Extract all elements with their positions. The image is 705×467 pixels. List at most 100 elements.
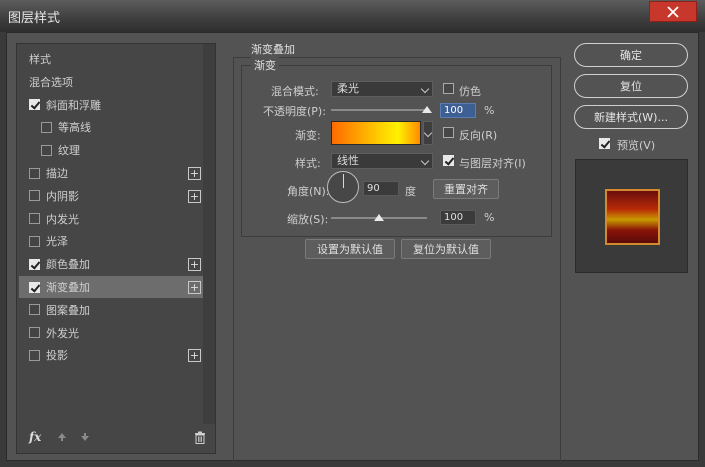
style-list-item-label: 内阴影 [46,189,79,203]
gradient-picker-button[interactable] [423,121,433,145]
style-checkbox[interactable] [29,235,40,247]
dither-checkbox[interactable] [443,83,454,94]
style-list-item[interactable]: 样式 [19,48,203,70]
title-bar: 图层样式 [0,0,705,32]
style-list-item[interactable]: 内发光 [19,208,203,230]
style-list-item-label: 外发光 [46,326,79,340]
style-list-panel: 样式混合选项斜面和浮雕等高线纹理描边 + 内阴影 + 内发光光泽颜色叠加 + 渐变叠加 + 图案… [16,43,216,454]
trash-icon[interactable] [194,431,206,444]
style-list-item[interactable]: 混合选项 [19,71,203,93]
style-list-item[interactable]: 图案叠加 [19,299,203,321]
style-list-item-label: 渐变叠加 [46,281,90,294]
style-list-item-label: 样式 [29,53,51,66]
style-list-item-label: 图案叠加 [46,303,90,317]
gradient-overlay-panel: 渐变叠加 渐变 混合模式: 柔光 仿色 不透明度(P): 100 % 渐变: 反… [233,43,561,462]
style-list-item-label: 混合选项 [29,75,73,89]
fx-icon[interactable]: fx [29,430,41,444]
style-list-item[interactable]: 外发光 [19,322,203,344]
add-effect-plus-icon[interactable]: + [188,281,201,294]
style-list-item[interactable]: 投影 + [19,344,203,366]
opacity-unit: % [484,104,495,117]
align-with-layer-label: 与图层对齐(I) [459,157,526,170]
style-list-item-label: 投影 [46,349,68,363]
new-style-button[interactable]: 新建样式(W)... [574,105,688,129]
style-checkbox[interactable] [29,213,40,225]
opacity-input[interactable]: 100 [440,103,476,118]
set-default-button[interactable]: 设置为默认值 [305,239,395,259]
style-list-item-label: 内发光 [46,212,79,226]
close-button[interactable] [649,1,697,22]
style-checkbox[interactable] [41,144,52,156]
gradient-label: 渐变: [295,129,321,142]
style-list-item[interactable]: 光泽 [19,230,203,252]
dither-label: 仿色 [459,85,481,98]
style-label: 样式: [295,157,321,170]
chevron-down-icon [420,156,430,166]
angle-label: 角度(N): [287,185,330,198]
opacity-slider-thumb[interactable] [422,106,432,113]
gradient-style-value: 线性 [337,154,359,167]
reset-default-button[interactable]: 复位为默认值 [401,239,491,259]
sub-title: 渐变 [251,57,279,73]
style-checkbox[interactable] [29,281,40,293]
add-effect-plus-icon[interactable]: + [188,167,201,180]
ok-button[interactable]: 确定 [574,43,688,67]
style-list-item-label: 描边 [46,167,68,180]
style-list-item[interactable]: 颜色叠加 + [19,253,203,275]
add-effect-plus-icon[interactable]: + [188,189,201,203]
add-effect-plus-icon[interactable]: + [188,258,201,272]
style-list-item-label: 光泽 [46,235,68,249]
scale-unit: % [484,211,495,224]
reverse-label: 反向(R) [459,129,498,142]
layer-style-dialog: 样式混合选项斜面和浮雕等高线纹理描边 + 内阴影 + 内发光光泽颜色叠加 + 渐变叠加 + 图案… [6,32,699,462]
style-list-item[interactable]: 描边 + [19,162,203,184]
angle-input[interactable]: 90 [363,181,399,196]
move-down-icon[interactable] [80,432,90,442]
style-checkbox[interactable] [29,190,40,202]
preview-thumbnail [575,159,688,273]
style-list-item-label: 纹理 [58,144,80,158]
window-title: 图层样式 [8,11,61,26]
style-checkbox[interactable] [29,99,40,111]
blend-mode-label: 混合模式: [271,85,319,98]
style-list-item[interactable]: 等高线 [19,116,203,138]
group-title: 渐变叠加 [251,43,295,56]
close-icon [667,5,679,18]
scale-label: 缩放(S): [287,213,329,226]
move-up-icon[interactable] [57,432,67,442]
gradient-swatch[interactable] [331,121,421,145]
scale-slider-thumb[interactable] [374,214,384,221]
style-list-item[interactable]: 渐变叠加 + [19,276,203,298]
style-list-item[interactable]: 纹理 [19,139,203,161]
opacity-label: 不透明度(P): [263,105,326,118]
preview-swatch [605,189,660,245]
style-checkbox[interactable] [29,349,40,361]
style-checkbox[interactable] [29,327,40,339]
add-effect-plus-icon[interactable]: + [188,349,201,363]
blend-mode-select[interactable]: 柔光 [331,81,433,97]
scale-input[interactable]: 100 [440,210,476,225]
style-list-item-label: 斜面和浮雕 [46,98,101,112]
reset-button[interactable]: 复位 [574,74,688,98]
gradient-style-select[interactable]: 线性 [331,153,433,169]
preview-label: 预览(V) [617,139,656,152]
chevron-down-icon [420,84,430,94]
opacity-slider-track[interactable] [331,109,427,111]
style-list-scrollbar[interactable] [203,44,215,424]
align-with-layer-checkbox[interactable] [443,155,454,166]
style-checkbox[interactable] [29,167,40,179]
reverse-checkbox[interactable] [443,127,454,138]
style-checkbox[interactable] [29,258,40,270]
angle-dial[interactable] [327,171,359,203]
blend-mode-value: 柔光 [337,82,359,95]
style-list-item[interactable]: 斜面和浮雕 [19,94,203,116]
style-list-toolbar: fx [17,423,215,453]
style-list-item[interactable]: 内阴影 + [19,185,203,207]
angle-unit: 度 [405,185,416,198]
style-checkbox[interactable] [41,121,52,133]
style-list-item-label: 等高线 [58,121,91,135]
reset-align-button[interactable]: 重置对齐 [433,179,499,199]
style-list-item-label: 颜色叠加 [46,258,90,272]
style-checkbox[interactable] [29,304,40,316]
preview-checkbox[interactable] [599,138,610,149]
